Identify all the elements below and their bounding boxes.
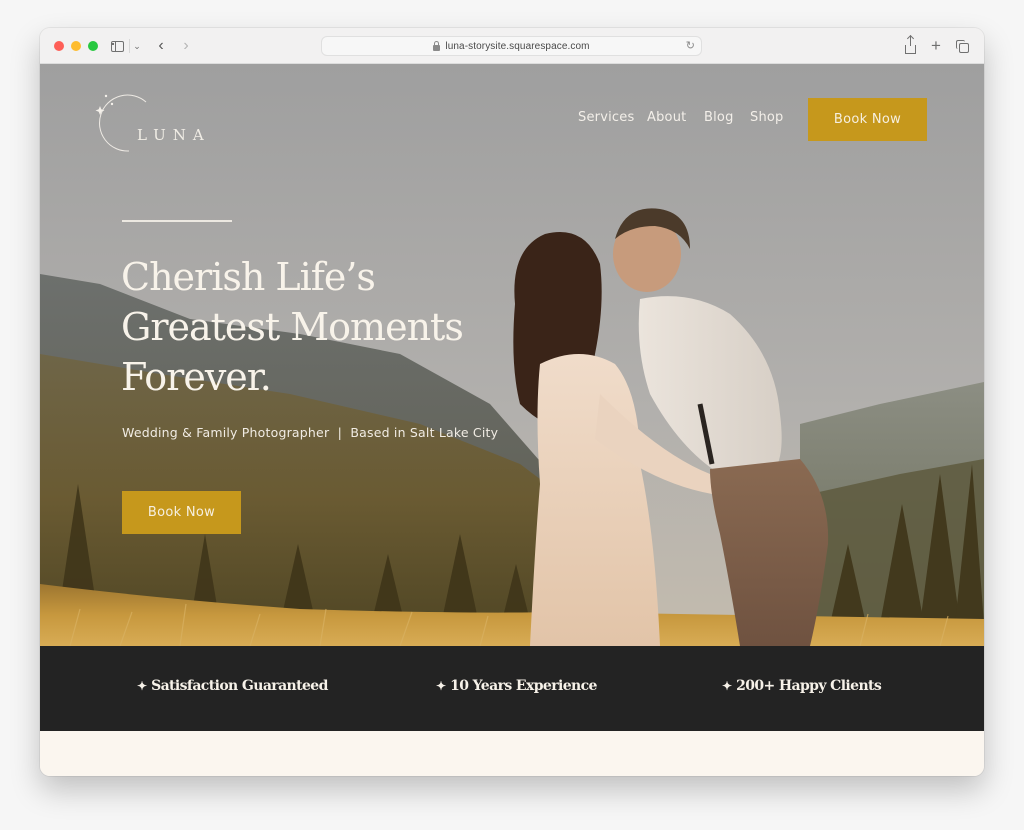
reload-icon[interactable]: ↻ [686, 39, 695, 52]
browser-window: ⌄ ‹ › luna-storysite.squarespace.com ↻ + [40, 28, 984, 776]
hero-divider [122, 220, 232, 222]
sparkle-icon: ✦ [436, 679, 447, 693]
features-band: ✦ Satisfaction Guaranteed ✦ 10 Years Exp… [40, 646, 984, 731]
url-text: luna-storysite.squarespace.com [445, 40, 590, 52]
headline-line: Forever. [121, 355, 272, 399]
nav-link-blog[interactable]: Blog [704, 110, 734, 125]
feature-item: ✦ Satisfaction Guaranteed [137, 678, 328, 694]
headline-line: Cherish Life’s [121, 255, 376, 299]
sparkle-icon: ✦ [722, 679, 733, 693]
header-book-now-button[interactable]: Book Now [808, 98, 927, 141]
nav-link-shop[interactable]: Shop [750, 110, 784, 125]
feature-item: ✦ 200+ Happy Clients [722, 678, 882, 694]
address-bar[interactable]: luna-storysite.squarespace.com ↻ [321, 36, 702, 56]
nav-link-about[interactable]: About [647, 110, 686, 125]
zoom-window-button[interactable] [88, 41, 98, 51]
logo-text: LUNA [137, 126, 211, 144]
hero-subtitle: Wedding & Family Photographer | Based in… [122, 425, 499, 440]
sparkle-icon: ✦ [137, 679, 148, 693]
new-tab-icon[interactable]: + [929, 36, 943, 55]
forward-icon[interactable]: › [179, 37, 193, 55]
feature-label: Satisfaction Guaranteed [151, 678, 328, 694]
hero-headline: Cherish Life’s Greatest Moments Forever. [121, 252, 541, 402]
nav-link-services[interactable]: Services [578, 110, 634, 125]
feature-label: 200+ Happy Clients [736, 678, 882, 694]
back-icon[interactable]: ‹ [154, 37, 168, 55]
minimize-window-button[interactable] [71, 41, 81, 51]
site-logo[interactable]: LUNA [95, 88, 215, 158]
chevron-down-icon[interactable]: ⌄ [132, 37, 142, 55]
share-icon[interactable] [904, 35, 916, 55]
headline-line: Greatest Moments [121, 305, 464, 349]
window-controls [54, 41, 98, 51]
moon-stars-icon [95, 94, 147, 152]
browser-toolbar: ⌄ ‹ › luna-storysite.squarespace.com ↻ + [40, 28, 984, 64]
feature-item: ✦ 10 Years Experience [436, 678, 597, 694]
tab-overview-icon[interactable] [955, 37, 969, 55]
lock-icon [433, 40, 441, 51]
next-section [40, 731, 984, 776]
hero-section: LUNA Services About Blog Shop Book Now C… [40, 64, 984, 646]
close-window-button[interactable] [54, 41, 64, 51]
feature-label: 10 Years Experience [450, 678, 597, 694]
hero-book-now-button[interactable]: Book Now [122, 491, 241, 534]
toolbar-divider [129, 39, 130, 53]
sidebar-icon[interactable] [110, 37, 124, 55]
